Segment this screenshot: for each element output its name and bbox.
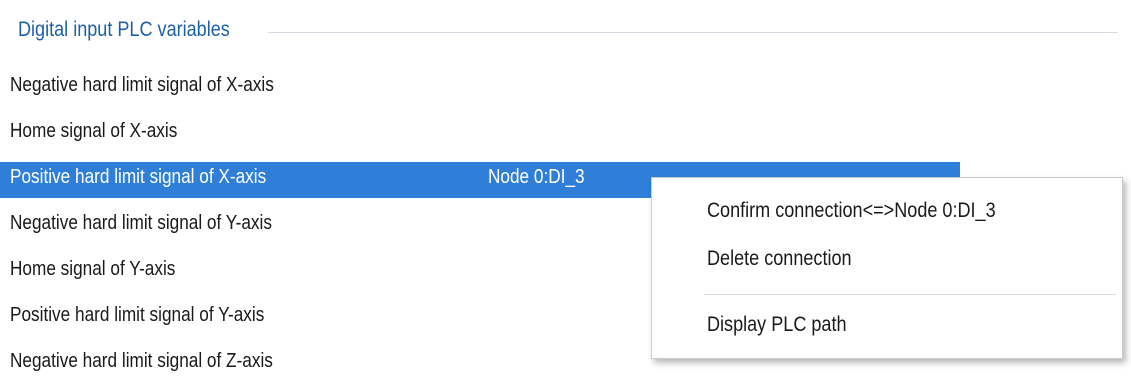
- confirm-connection-menu-item[interactable]: Confirm connection<=>Node 0:DI_3: [652, 192, 1122, 236]
- variable-label: Negative hard limit signal of Y-axis: [10, 212, 272, 234]
- context-menu: Confirm connection<=>Node 0:DI_3 Delete …: [651, 177, 1123, 359]
- variable-label: Negative hard limit signal of X-axis: [10, 74, 274, 96]
- group-divider: [268, 32, 1118, 33]
- group-title: Digital input PLC variables: [18, 18, 237, 42]
- confirm-connection-label: Confirm connection<=>Node 0:DI_3: [707, 199, 996, 222]
- delete-connection-label: Delete connection: [707, 247, 852, 270]
- variable-label: Negative hard limit signal of Z-axis: [10, 350, 273, 372]
- display-plc-path-menu-item[interactable]: Display PLC path: [652, 306, 1122, 350]
- variable-label: Home signal of Y-axis: [10, 258, 176, 280]
- menu-separator: [704, 294, 1116, 295]
- variable-label: Positive hard limit signal of X-axis: [10, 166, 267, 188]
- variable-label: Positive hard limit signal of Y-axis: [10, 304, 265, 326]
- display-plc-path-label: Display PLC path: [707, 313, 847, 336]
- group-header: Digital input PLC variables: [0, 14, 1118, 50]
- variable-row-x-negative-limit[interactable]: Negative hard limit signal of X-axis: [0, 66, 960, 112]
- variable-row-x-home[interactable]: Home signal of X-axis: [0, 112, 960, 158]
- variable-connection: Node 0:DI_3: [488, 166, 585, 188]
- delete-connection-menu-item[interactable]: Delete connection: [652, 240, 1122, 284]
- variable-label: Home signal of X-axis: [10, 120, 178, 142]
